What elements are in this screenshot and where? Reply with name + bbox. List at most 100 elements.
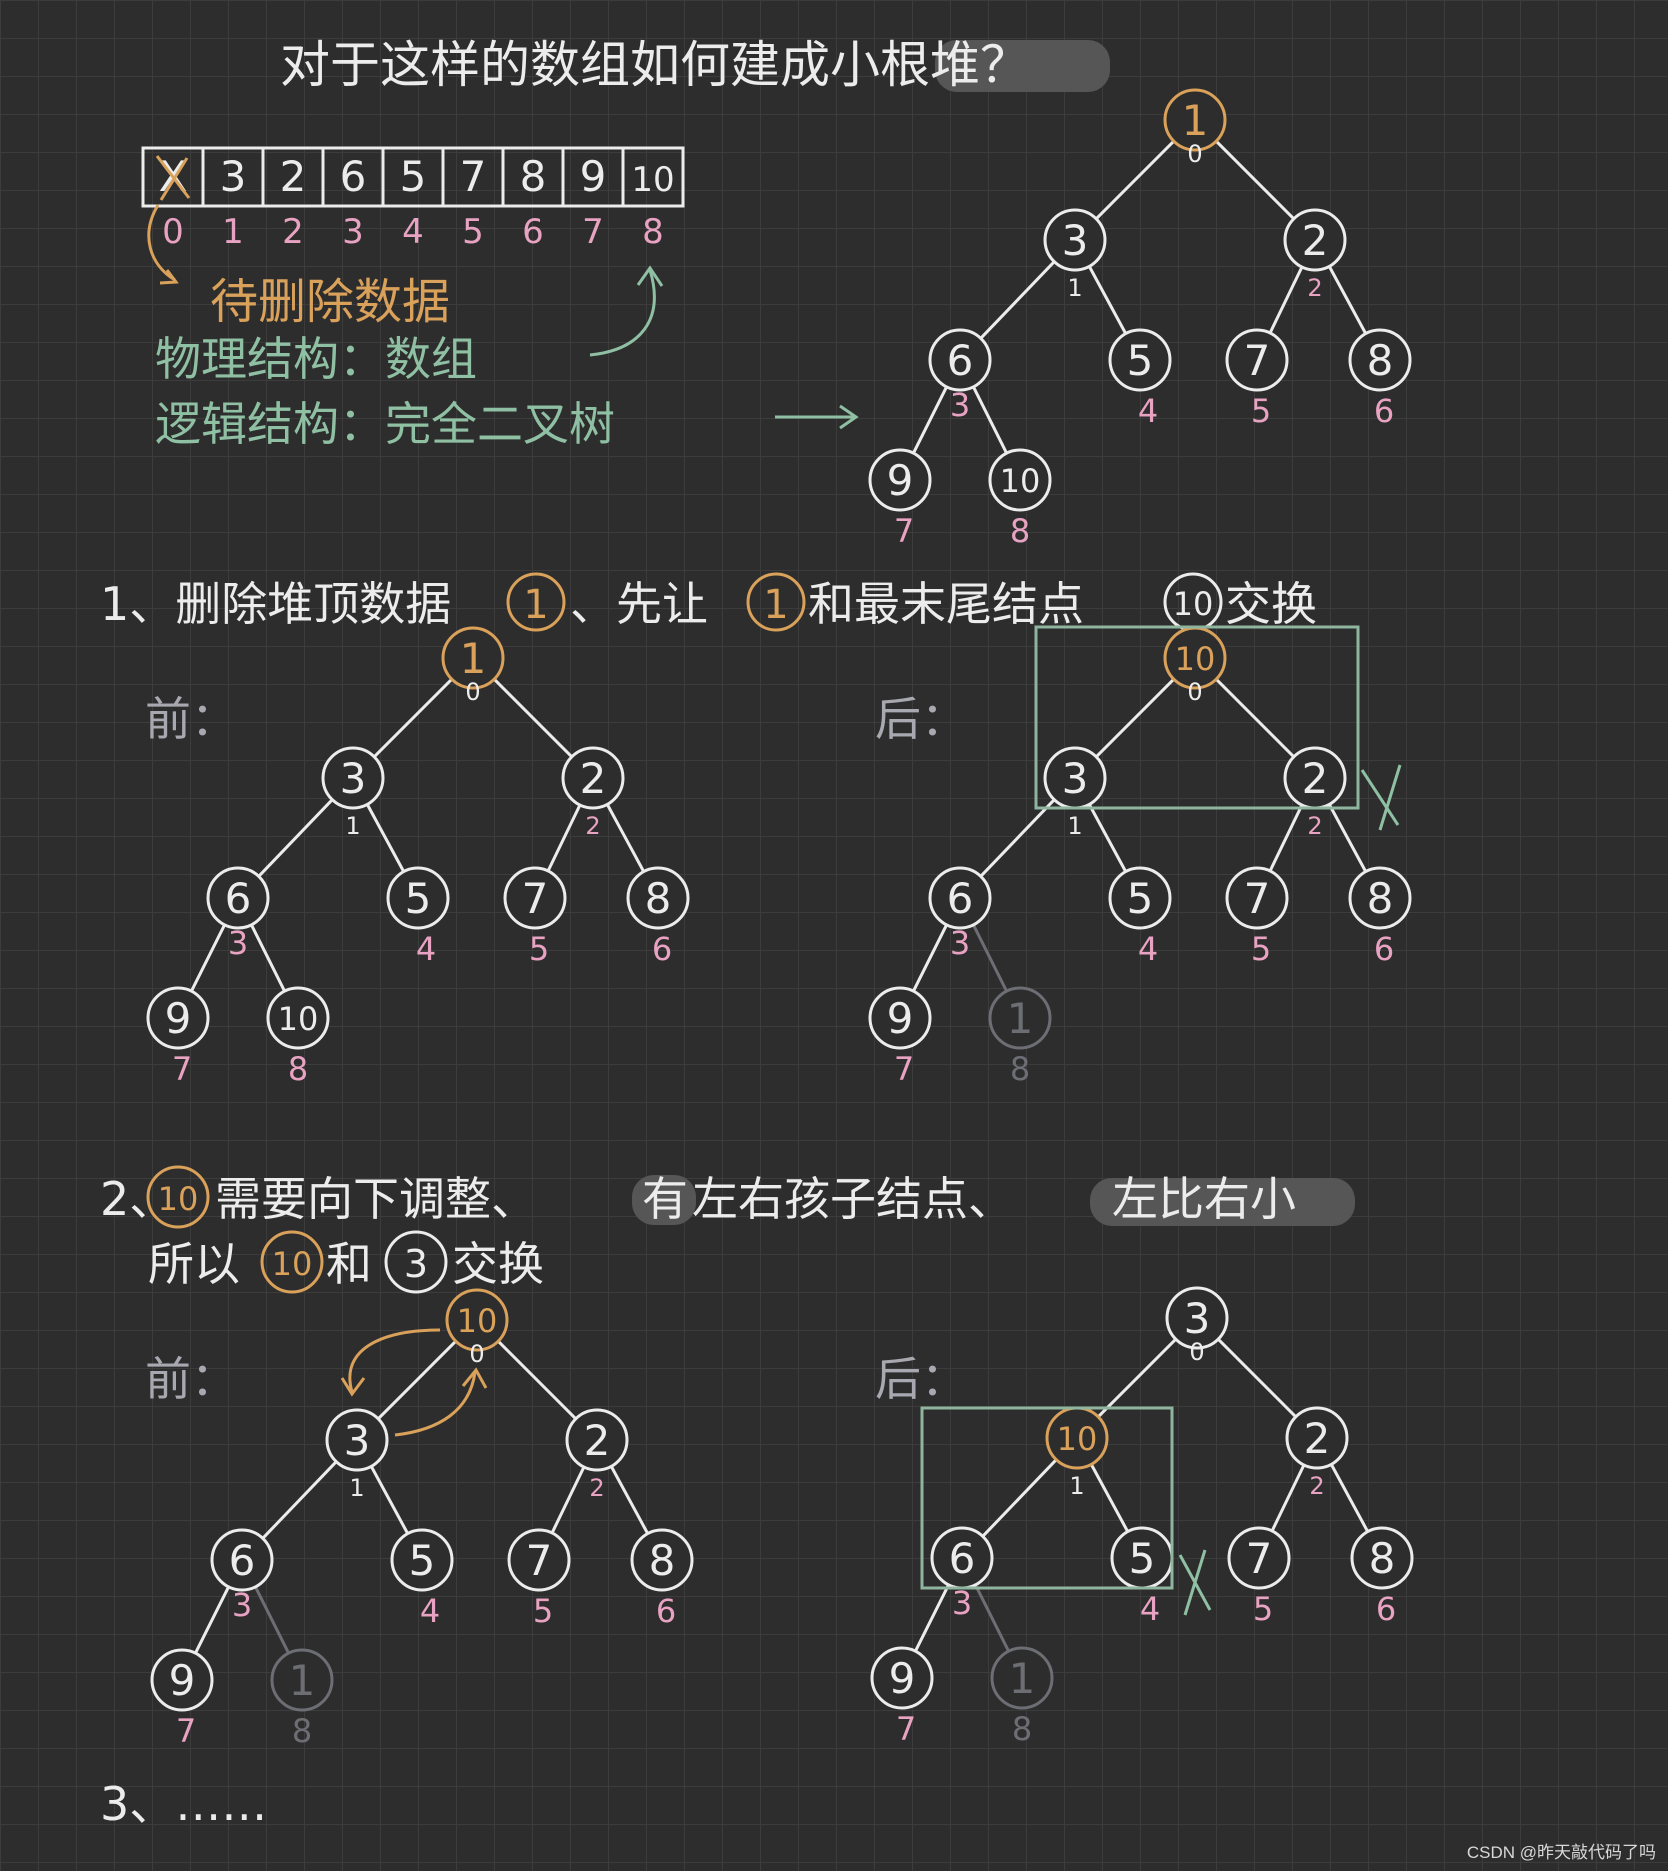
step1-root-label-2: 1 [763,582,788,628]
tree-node-value: 2 [584,1416,611,1465]
tree-node-value: 3 [1062,216,1089,265]
tree-edge [974,1584,1010,1652]
step1-cross-mark [1360,764,1402,831]
tree-edge [365,803,406,873]
tree-node-value: 7 [1244,874,1271,923]
tree-node-index: 0 [465,678,480,706]
tree-edge [912,924,948,992]
step1-prefix: 1、删除堆顶数据 [100,577,451,631]
array-index: 6 [522,212,544,252]
array-index: 5 [462,212,484,252]
tree-node-index: 4 [416,930,436,968]
array-index: 4 [402,212,424,252]
step1-root-label: 1 [523,582,548,628]
array-index: 1 [222,212,244,252]
tree-node-value: 10 [457,1302,498,1340]
step2-line1-b: 左右孩子结点、 [692,1172,1014,1226]
tree-node-index: 1 [1067,812,1082,840]
tree-node-value: 1 [460,634,487,683]
step1-heading: 1、删除堆顶数据 1 、先让 1 和最末尾结点 10 交换 [100,572,1317,632]
array-index: 8 [642,212,664,252]
tree-edge [1327,265,1368,335]
array-index: 0 [162,212,184,252]
step1-after-label: 后： [875,692,967,746]
tree-edge [1270,1464,1306,1532]
tree-node-index: 7 [172,1050,192,1088]
tree-node-index: 2 [1307,274,1322,302]
tree-node-index: 0 [1189,1338,1204,1366]
tree-edge [981,1458,1058,1538]
tree-node-value: 3 [344,1416,371,1465]
physical-arrow [589,269,656,357]
tree-node-value: 9 [887,994,914,1043]
tree-edge [1215,678,1295,758]
tree-node-value: 10 [278,1000,319,1038]
tree-edge [493,678,573,758]
tree-node-index: 4 [1138,392,1158,430]
tree-node-value: 1 [1007,994,1034,1043]
step2-highlight1-text: 有 [642,1172,688,1226]
tree-edge [497,1340,577,1420]
tree-node-index: 3 [232,1586,252,1624]
tree-edge [914,1584,950,1652]
tree-node-value: 8 [1367,336,1394,385]
step2-line1-a: 需要向下调整、 [215,1172,537,1226]
tree-node-value: 5 [1127,336,1154,385]
tree-edge [254,1586,290,1654]
tree-node-index: 8 [1010,512,1030,550]
tree-node-index: 2 [585,812,600,840]
tree-edge [972,386,1008,454]
tree-edge [972,924,1008,992]
step2-line2-a: 所以 [148,1237,240,1291]
tree-node-value: 3 [1184,1294,1211,1343]
tree-edge [979,260,1056,340]
tree-node-value: 8 [1369,1534,1396,1583]
step2-line2-node-a-label: 10 [272,1245,313,1283]
tree-node-index: 6 [1376,1590,1396,1628]
tree-edge [257,798,334,878]
step2-line2-b: 和 [326,1237,372,1291]
step2-line2-node-b-label: 3 [404,1242,428,1286]
step2-before-label: 前： [145,1352,237,1406]
tree-edge [1327,803,1368,873]
tree-edge [1087,803,1128,873]
tree-node-index: 0 [1187,140,1202,168]
array-cell-value: 8 [520,152,547,201]
tree-node-value: 6 [229,1536,256,1585]
tree-node-value: 6 [225,874,252,923]
tree-node-value: 2 [580,754,607,803]
tree-node-index: 7 [896,1710,916,1748]
tree-node-value: 9 [169,1656,196,1705]
tree-edge [979,798,1056,878]
tree-node-value: 5 [405,874,432,923]
tree-node-value: 9 [887,456,914,505]
tree-node-index: 1 [345,812,360,840]
step1-before-label: 前： [145,692,237,746]
tree-node-value: 6 [949,1534,976,1583]
tree-edge [912,386,948,454]
tree-node-index: 2 [1307,812,1322,840]
tree-node-value: 1 [289,1656,316,1705]
tree-node-index: 1 [1069,1472,1084,1500]
tree-node-value: 10 [1000,462,1041,500]
tree-node-value: 5 [1127,874,1154,923]
tree-edge [369,1465,410,1535]
tree-node-index: 6 [1374,930,1394,968]
tree-node-index: 7 [176,1712,196,1750]
tree-edge [605,803,646,873]
array-cell-value: 10 [631,160,674,200]
page-title: 对于这样的数组如何建成小根堆？ [280,36,1030,94]
swap-arrow-down [348,1328,441,1393]
tree-edge [1095,140,1175,220]
tree-node-value: 10 [1175,640,1216,678]
array-index: 7 [582,212,604,252]
step2-highlight2-text: 左比右小 [1112,1172,1296,1226]
tree-edge [1087,265,1128,335]
tree-node-value: 5 [1129,1534,1156,1583]
tree-node-value: 7 [522,874,549,923]
tree-node-index: 3 [950,386,970,424]
tree-node-value: 2 [1302,754,1329,803]
tree-edge [373,678,453,758]
tree-node-index: 7 [894,1050,914,1088]
step1-mid2: 和最末尾结点 [808,577,1084,631]
